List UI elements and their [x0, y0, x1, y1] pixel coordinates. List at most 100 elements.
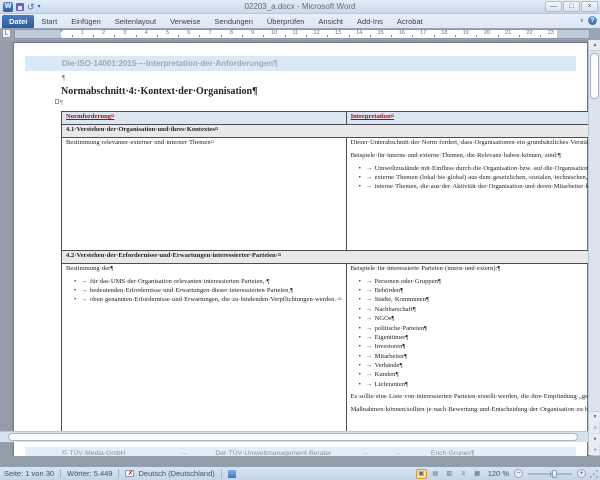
- table-header-row: Normforderung¤ Interpretation¤ Eigene·No…: [62, 112, 600, 125]
- bullet-item: •→NGOs¶: [351, 315, 600, 324]
- view-fullscreen-reading-icon[interactable]: ▤: [430, 469, 441, 479]
- ribbon-tab-row: DateiStartEinfügenSeitenlayoutVerweiseSe…: [0, 14, 600, 28]
- restore-button[interactable]: □: [563, 1, 580, 12]
- ribbon-tab-einfgen[interactable]: Einfügen: [64, 15, 108, 28]
- ribbon-tab-start[interactable]: Start: [34, 15, 64, 28]
- bullet-item: •→Städte,·Kommunen¶: [351, 296, 600, 305]
- view-draft-icon[interactable]: ▦: [472, 469, 483, 479]
- section-heading-cell[interactable]: 4.1·Verstehen·der·Organisation·und·ihres…: [62, 124, 600, 137]
- tab-arrow-icon: →: [366, 353, 375, 362]
- empty-paragraph-mark: ¶: [62, 74, 65, 82]
- zoom-in-button[interactable]: +: [577, 469, 586, 478]
- tab-arrow-icon: →: [81, 296, 90, 305]
- title-bar: W ↺ ▾ 02203_a.docx - Microsoft Word — □ …: [0, 0, 600, 14]
- page-header-text: Die·ISO·14001:2015·–·Interpretation·der·…: [25, 59, 278, 68]
- header-cell-normforderung[interactable]: Normforderung¤: [62, 112, 347, 125]
- interp-intro: Beispiele·für·interessierte·Parteien·(in…: [351, 265, 600, 274]
- tab-arrow-icon: →: [366, 287, 375, 296]
- page-header-band: Die·ISO·14001:2015·–·Interpretation·der·…: [25, 56, 576, 71]
- resize-grip[interactable]: [589, 469, 599, 479]
- zoom-slider-thumb[interactable]: [552, 470, 557, 478]
- next-page-icon[interactable]: »: [590, 444, 600, 456]
- tab-arrow-icon: →: [366, 174, 375, 183]
- horizontal-ruler: 1234567891011121314151617181920212223: [14, 29, 590, 39]
- page-count-status[interactable]: Seite: 1 von 30: [0, 469, 56, 478]
- bullet-item: •→Eigentümer¶: [351, 334, 600, 343]
- norm-cell-4-1[interactable]: Bestimmung·relevanter·externer·und·inter…: [62, 137, 347, 250]
- close-button[interactable]: ×: [581, 1, 598, 12]
- help-icon[interactable]: ?: [588, 16, 597, 25]
- section-heading-cell[interactable]: 4.2·Verstehen·der·Erfordernisse·und·Erwa…: [62, 250, 600, 263]
- section-row-4-1: 4.1·Verstehen·der·Organisation·und·ihres…: [62, 124, 600, 137]
- norm-cell-4-2[interactable]: Bestimmung·der¶ •→für·das·UMS·der·Organi…: [62, 263, 347, 433]
- footer-author: Erich·Grunes¶: [431, 450, 475, 457]
- bullet-item: •→Investoren¶: [351, 343, 600, 352]
- ribbon-tab-ansicht[interactable]: Ansicht: [311, 15, 350, 28]
- minimize-button[interactable]: —: [545, 1, 562, 12]
- vertical-scrollbar[interactable]: ▲ ▼ « ● »: [588, 40, 600, 455]
- tab-arrow-icon: →: [366, 381, 375, 390]
- bullet-item: •→Mitarbeiter¶: [351, 353, 600, 362]
- tab-selector[interactable]: L: [2, 29, 11, 38]
- bullet-item: •→Kunden¶: [351, 371, 600, 380]
- bullet-item: •→für·das·UMS·der·Organisation·relevante…: [66, 278, 342, 287]
- zoom-level[interactable]: 120 %: [486, 469, 511, 478]
- document-page[interactable]: Die·ISO·14001:2015·–·Interpretation·der·…: [13, 42, 588, 456]
- select-browse-object-icon[interactable]: ●: [589, 433, 600, 444]
- interp-paragraph: Dieser·Unterabschnitt·der·Norm·fordert,·…: [351, 139, 600, 148]
- interpretation-cell-4-1[interactable]: Dieser·Unterabschnitt·der·Norm·fordert,·…: [346, 137, 600, 250]
- bullet-item: •→interne·Themen,·die·aus·der·Aktivität·…: [351, 183, 600, 192]
- vertical-scroll-thumb[interactable]: [590, 53, 599, 99]
- window-title: 02203_a.docx - Microsoft Word: [0, 2, 600, 11]
- view-outline-icon[interactable]: ≡: [458, 469, 469, 479]
- tab-arrow-icon: →: [366, 165, 375, 174]
- bullet-item: •→Nachbarschaft¶: [351, 306, 600, 315]
- spellcheck-icon[interactable]: [125, 470, 134, 477]
- ribbon-tab-acrobat[interactable]: Acrobat: [390, 15, 430, 28]
- view-web-layout-icon[interactable]: ▥: [444, 469, 455, 479]
- scroll-down-icon[interactable]: ▼: [589, 411, 600, 422]
- ribbon-tab-verweise[interactable]: Verweise: [163, 15, 207, 28]
- ribbon-expand-icon[interactable]: ∨: [580, 17, 584, 24]
- bullet-item: •→Lieferanten¶: [351, 381, 600, 390]
- header-cell-interpretation[interactable]: Interpretation¤: [346, 112, 600, 125]
- language-status[interactable]: Deutsch (Deutschland): [136, 469, 216, 478]
- ribbon-tab-addins[interactable]: Add-Ins: [350, 15, 390, 28]
- tab-arrow-icon: →: [366, 362, 375, 371]
- ruler-bar: L 1234567891011121314151617181920212223: [0, 28, 600, 40]
- ribbon-tab-seitenlayout[interactable]: Seitenlayout: [108, 15, 163, 28]
- word-count-status[interactable]: Wörter: 5.449: [65, 469, 114, 478]
- content-row-4-1: Bestimmung·relevanter·externer·und·inter…: [62, 137, 600, 250]
- tab-arrow-icon: →: [394, 450, 401, 457]
- zoom-slider[interactable]: [528, 473, 572, 475]
- ribbon-tab-berprfen[interactable]: Überprüfen: [260, 15, 312, 28]
- interpretation-cell-4-2[interactable]: Beispiele·für·interessierte·Parteien·(in…: [346, 263, 600, 433]
- bullet-list: •→Umweltzustände·mit·Einfluss·durch·die·…: [351, 165, 600, 193]
- tab-arrow-icon: →: [366, 371, 375, 380]
- view-print-layout-icon[interactable]: ▣: [416, 469, 427, 479]
- indent-marker[interactable]: [59, 30, 64, 38]
- footer-center: Der·TÜV·Umweltmanagement·Berater: [215, 450, 331, 457]
- bullet-item: •→bedeutenden·Erfordernisse·und·Erwartun…: [66, 287, 342, 296]
- previous-page-icon[interactable]: «: [590, 422, 600, 434]
- document-workspace: Die·ISO·14001:2015·–·Interpretation·der·…: [0, 40, 600, 456]
- tab-arrow-icon: →: [366, 343, 375, 352]
- tab-arrow-icon: →: [361, 450, 368, 457]
- tab-arrow-icon: →: [366, 278, 375, 287]
- scroll-up-icon[interactable]: ▲: [589, 40, 600, 51]
- macro-status-icon[interactable]: [228, 470, 236, 478]
- page-footer-band: ©·TÜV·Media·GmbH → Der·TÜV·Umweltmanagem…: [25, 447, 576, 456]
- zoom-out-button[interactable]: −: [514, 469, 523, 478]
- horizontal-scrollbar[interactable]: [0, 431, 588, 442]
- ribbon-tab-sendungen[interactable]: Sendungen: [208, 15, 260, 28]
- interp-paragraph: Beispiele·für·interne·und·externe·Themen…: [351, 152, 600, 161]
- tab-arrow-icon: →: [181, 450, 188, 457]
- bullet-item: •→Verbände¶: [351, 362, 600, 371]
- tab-arrow-icon: →: [366, 315, 375, 324]
- bullet-list: •→Personen·oder·Gruppen¶•→Behörden¶•→Stä…: [351, 278, 600, 390]
- tab-arrow-icon: →: [366, 334, 375, 343]
- tab-arrow-icon: →: [366, 306, 375, 315]
- horizontal-scroll-thumb[interactable]: [8, 433, 578, 441]
- ribbon-tab-datei[interactable]: Datei: [2, 15, 34, 28]
- content-row-4-2: Bestimmung·der¶ •→für·das·UMS·der·Organi…: [62, 263, 600, 433]
